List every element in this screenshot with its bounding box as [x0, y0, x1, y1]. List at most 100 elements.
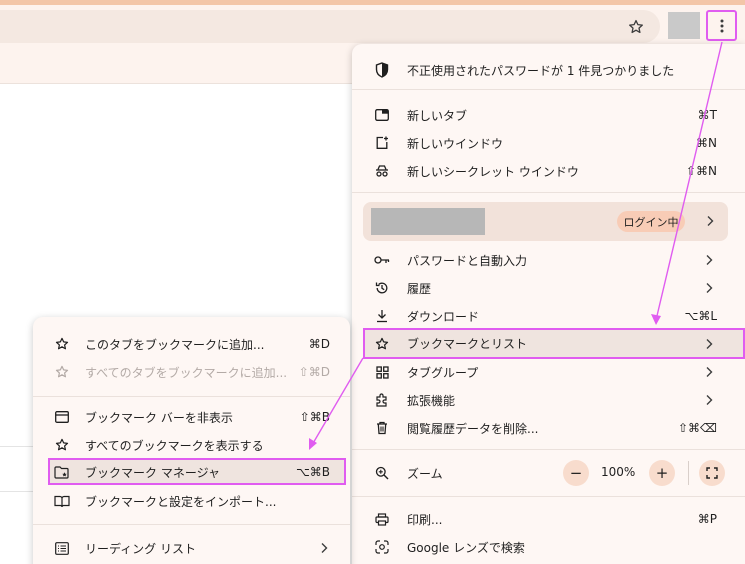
hide-bar-label: ブックマーク バーを非表示	[85, 410, 233, 425]
bookmark-bar-icon	[54, 409, 70, 425]
menu-item-downloads[interactable]: ダウンロード ⌥⌘L	[352, 302, 745, 330]
bookmark-all-tabs-shortcut: ⇧⌘D	[298, 365, 330, 379]
menu-divider	[352, 89, 745, 90]
printer-icon	[374, 511, 390, 527]
zoom-icon	[374, 465, 390, 481]
star-multi-icon	[54, 364, 70, 380]
menu-divider	[352, 449, 745, 450]
bookmark-star-icon[interactable]	[626, 17, 646, 37]
history-label: 履歴	[407, 281, 432, 296]
new-incognito-label: 新しいシークレット ウインドウ	[407, 164, 579, 179]
password-alert-label: 不正使用されたパスワードが 1 件見つかりました	[407, 63, 675, 78]
puzzle-icon	[374, 392, 390, 408]
menu-item-bookmarks[interactable]: ブックマークとリスト	[363, 328, 745, 359]
new-window-label: 新しいウインドウ	[407, 136, 504, 151]
new-tab-label: 新しいタブ	[407, 108, 468, 123]
reading-list-label: リーディング リスト	[85, 541, 196, 556]
downloads-shortcut: ⌥⌘L	[684, 309, 717, 323]
print-shortcut: ⌘P	[697, 512, 717, 526]
book-icon	[54, 493, 70, 509]
reading-list-icon	[54, 540, 70, 556]
key-icon	[374, 252, 390, 268]
menu-item-zoom: ズーム − 100% +	[352, 458, 745, 488]
chrome-menu-button[interactable]	[706, 10, 737, 41]
stars-icon	[54, 437, 70, 453]
menu-item-print[interactable]: 印刷... ⌘P	[352, 505, 745, 533]
bookmarks-submenu: このタブをブックマークに追加... ⌘D すべてのタブをブックマークに追加...…	[33, 317, 350, 564]
menu-divider	[352, 192, 745, 193]
menu-item-tab-groups[interactable]: タブグループ	[352, 358, 745, 386]
login-status-badge: ログイン中	[617, 211, 685, 232]
zoom-level: 100%	[601, 465, 636, 479]
chevron-right-icon	[704, 394, 714, 406]
extensions-label: 拡張機能	[407, 393, 456, 408]
shield-icon	[374, 62, 390, 78]
menu-item-history[interactable]: 履歴	[352, 274, 745, 302]
submenu-item-import[interactable]: ブックマークと設定をインポート...	[33, 487, 350, 515]
submenu-item-reading-list[interactable]: リーディング リスト	[33, 534, 350, 562]
chevron-right-icon	[704, 338, 714, 350]
incognito-icon	[374, 163, 390, 179]
zoom-in-button[interactable]: +	[649, 460, 675, 486]
google-lens-label: Google レンズで検索	[407, 540, 525, 555]
submenu-item-bookmark-manager[interactable]: ブックマーク マネージャ ⌥⌘B	[33, 458, 350, 486]
menu-item-extensions[interactable]: 拡張機能	[352, 386, 745, 414]
new-window-shortcut: ⌘N	[696, 136, 717, 150]
clear-data-label: 閲覧履歴データを削除...	[407, 421, 539, 436]
menu-item-google-lens[interactable]: Google レンズで検索	[352, 533, 745, 561]
chevron-right-icon	[704, 366, 714, 378]
bookmark-tab-label: このタブをブックマークに追加...	[85, 337, 265, 352]
chevron-right-icon	[704, 282, 714, 294]
new-incognito-shortcut: ⇧⌘N	[685, 164, 717, 178]
menu-divider	[33, 524, 350, 525]
menu-divider	[33, 396, 350, 397]
more-vert-icon	[720, 19, 723, 32]
fullscreen-icon[interactable]	[699, 460, 725, 486]
chevron-right-icon	[319, 542, 329, 554]
bookmark-manager-shortcut: ⌥⌘B	[295, 465, 330, 479]
profile-row[interactable]: ログイン中	[363, 202, 728, 241]
profile-name-redacted	[371, 208, 485, 235]
profile-avatar[interactable]	[668, 12, 700, 39]
zoom-out-button[interactable]: −	[563, 460, 589, 486]
chrome-main-menu: 不正使用されたパスワードが 1 件見つかりました 新しいタブ ⌘T 新しいウイン…	[352, 44, 745, 564]
star-icon	[54, 336, 70, 352]
import-label: ブックマークと設定をインポート...	[85, 494, 277, 509]
lens-icon	[374, 539, 390, 555]
bookmark-manager-label: ブックマーク マネージャ	[85, 465, 220, 480]
menu-divider	[352, 496, 745, 497]
new-tab-shortcut: ⌘T	[697, 108, 717, 122]
chevron-right-icon	[704, 254, 714, 266]
password-alert-item[interactable]: 不正使用されたパスワードが 1 件見つかりました	[352, 56, 745, 84]
submenu-item-show-all[interactable]: すべてのブックマークを表示する	[33, 431, 350, 459]
tab-groups-label: タブグループ	[407, 365, 479, 380]
chevron-right-icon	[706, 215, 716, 227]
show-all-label: すべてのブックマークを表示する	[85, 438, 264, 453]
passwords-label: パスワードと自動入力	[407, 253, 528, 268]
submenu-item-hide-bar[interactable]: ブックマーク バーを非表示 ⇧⌘B	[33, 403, 350, 431]
menu-item-new-tab[interactable]: 新しいタブ ⌘T	[352, 101, 745, 129]
hide-bar-shortcut: ⇧⌘B	[299, 410, 330, 424]
download-icon	[374, 308, 390, 324]
menu-item-clear-data[interactable]: 閲覧履歴データを削除... ⇧⌘⌫	[352, 414, 745, 442]
bookmark-tab-shortcut: ⌘D	[308, 337, 330, 351]
menu-item-new-window[interactable]: 新しいウインドウ ⌘N	[352, 129, 745, 157]
star-icon	[374, 336, 390, 352]
zoom-divider	[688, 461, 689, 485]
zoom-label: ズーム	[407, 466, 443, 481]
submenu-item-bookmark-tab[interactable]: このタブをブックマークに追加... ⌘D	[33, 330, 350, 358]
history-icon	[374, 280, 390, 296]
new-tab-icon	[374, 107, 390, 123]
downloads-label: ダウンロード	[407, 309, 480, 324]
print-label: 印刷...	[407, 512, 443, 527]
trash-icon	[374, 420, 390, 436]
address-bar[interactable]	[0, 10, 660, 43]
tab-groups-icon	[374, 364, 390, 380]
submenu-item-bookmark-all-tabs[interactable]: すべてのタブをブックマークに追加... ⇧⌘D	[33, 358, 350, 386]
bookmark-all-tabs-label: すべてのタブをブックマークに追加...	[85, 365, 288, 380]
folder-star-icon	[54, 464, 70, 480]
clear-data-shortcut: ⇧⌘⌫	[677, 421, 717, 435]
menu-item-new-incognito[interactable]: 新しいシークレット ウインドウ ⇧⌘N	[352, 157, 745, 185]
menu-item-passwords[interactable]: パスワードと自動入力	[352, 246, 745, 274]
bookmarks-label: ブックマークとリスト	[407, 337, 528, 351]
